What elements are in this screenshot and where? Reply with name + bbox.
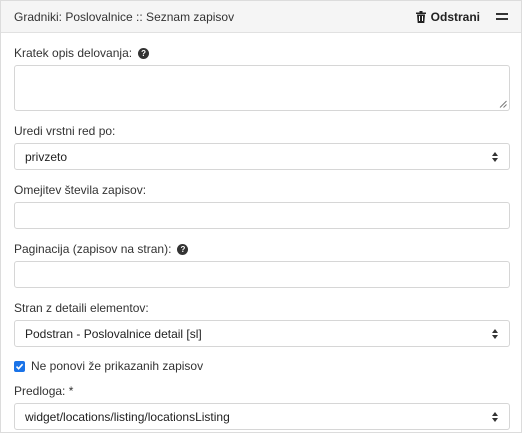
question-circle-icon[interactable]: ? xyxy=(177,243,189,255)
panel-header: Gradniki: Poslovalnice :: Seznam zapisov… xyxy=(1,1,521,33)
description-textarea[interactable] xyxy=(14,65,510,111)
no-repeat-row: Ne ponovi že prikazanih zapisov xyxy=(14,358,508,374)
template-select-value: widget/locations/listing/locationsListin… xyxy=(25,409,230,424)
description-label: Kratek opis delovanja: ? xyxy=(14,45,508,61)
template-select[interactable]: widget/locations/listing/locationsListin… xyxy=(14,403,510,430)
pagination-label: Paginacija (zapisov na stran): ? xyxy=(14,241,508,257)
limit-input[interactable] xyxy=(14,202,510,229)
widget-panel: Gradniki: Poslovalnice :: Seznam zapisov… xyxy=(0,0,522,433)
limit-label: Omejitev števila zapisov: xyxy=(14,183,147,197)
pagination-input[interactable] xyxy=(14,261,510,288)
trash-icon xyxy=(415,10,426,23)
sort-icon xyxy=(492,328,499,339)
no-repeat-checkbox[interactable] xyxy=(14,360,25,372)
detail-page-select-value: Podstran - Poslovalnice detail [sl] xyxy=(25,326,202,341)
template-label: Predloga: * xyxy=(14,384,74,398)
detail-page-select[interactable]: Podstran - Poslovalnice detail [sl] xyxy=(14,320,510,347)
remove-button[interactable]: Odstrani xyxy=(415,9,480,24)
sort-icon xyxy=(492,151,499,162)
resize-grip-icon[interactable] xyxy=(499,100,507,108)
order-select[interactable]: privzeto xyxy=(14,143,510,170)
order-select-value: privzeto xyxy=(25,149,68,164)
question-circle-icon[interactable]: ? xyxy=(138,47,150,59)
no-repeat-label[interactable]: Ne ponovi že prikazanih zapisov xyxy=(31,359,203,373)
detail-page-label: Stran z detaili elementov: xyxy=(14,301,149,315)
drag-handle-icon[interactable] xyxy=(496,12,508,22)
remove-label: Odstrani xyxy=(430,9,480,24)
sort-icon xyxy=(492,411,499,422)
panel-body: Kratek opis delovanja: ? Uredi vrstni re… xyxy=(1,33,521,430)
panel-title: Gradniki: Poslovalnice :: Seznam zapisov xyxy=(14,9,235,24)
order-label: Uredi vrstni red po: xyxy=(14,124,116,138)
